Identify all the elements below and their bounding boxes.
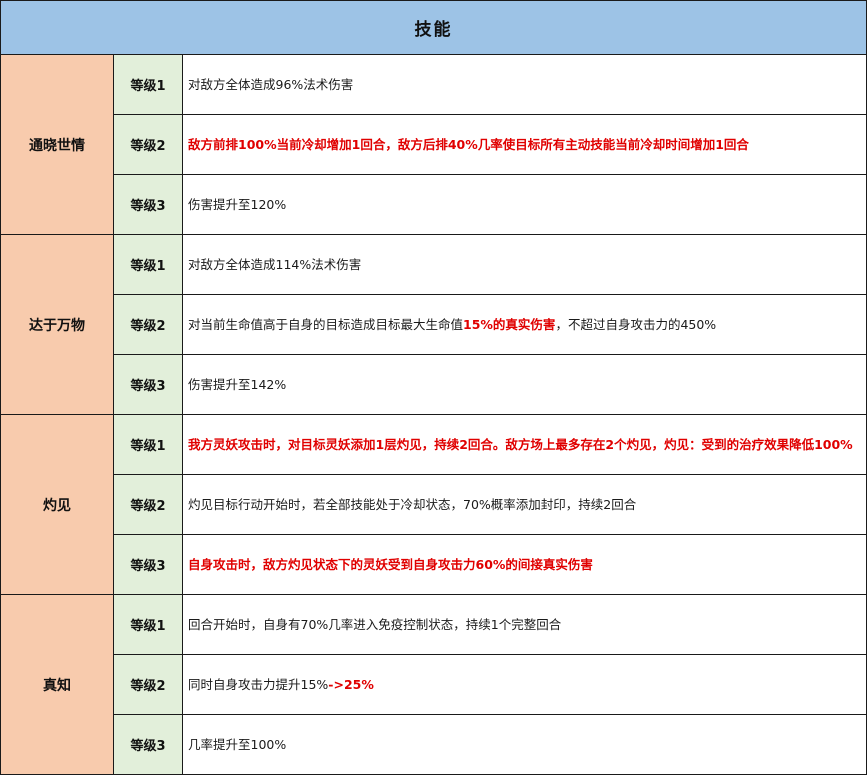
level-label: 等级3 bbox=[113, 174, 183, 235]
table-row: 灼见 等级1 我方灵妖攻击时，对目标灵妖添加1层灼见，持续2回合。敌方场上最多存在2… bbox=[0, 414, 867, 595]
skill-name: 达于万物 bbox=[0, 234, 114, 415]
table-row: 通晓世情 等级1 对敌方全体造成96%法术伤害 bbox=[0, 54, 867, 235]
level-description: 伤害提升至120% bbox=[182, 174, 867, 235]
table-row: 真知 等级1 回合开始时，自身有70%几率进入免疫控制状态，持续1个完整回合 bbox=[0, 594, 867, 775]
highlight-text: 15%的真实伤害 bbox=[463, 317, 556, 332]
table-row: 达于万物 等级1 对敌方全体造成114%法术伤害 bbox=[0, 234, 867, 415]
level-label: 等级1 bbox=[113, 54, 183, 115]
skill-name: 通晓世情 bbox=[0, 54, 114, 235]
description-text: 灼见目标行动开始时，若全部技能处于冷却状态，70%概率添加封印，持续2回合 bbox=[188, 497, 637, 512]
level-description: 回合开始时，自身有70%几率进入免疫控制状态，持续1个完整回合 bbox=[182, 594, 867, 655]
level-label: 等级2 bbox=[113, 474, 183, 535]
level-label: 等级2 bbox=[113, 294, 183, 355]
level-label: 等级3 bbox=[113, 354, 183, 415]
level-description: 灼见目标行动开始时，若全部技能处于冷却状态，70%概率添加封印，持续2回合 bbox=[182, 474, 867, 535]
level-label: 等级3 bbox=[113, 714, 183, 775]
level-label: 等级2 bbox=[113, 114, 183, 175]
level-description: 自身攻击时，敌方灼见状态下的灵妖受到自身攻击力60%的间接真实伤害 bbox=[182, 534, 867, 595]
highlight-text: 自身攻击时，敌方灼见状态下的灵妖受到自身攻击力60%的间接真实伤害 bbox=[188, 557, 593, 572]
description-text: 对敌方全体造成114%法术伤害 bbox=[188, 257, 362, 272]
level-description: 对敌方全体造成96%法术伤害 bbox=[182, 54, 867, 115]
description-text: 对敌方全体造成96%法术伤害 bbox=[188, 77, 354, 92]
level-label: 等级1 bbox=[113, 414, 183, 475]
level-description: 对敌方全体造成114%法术伤害 bbox=[182, 234, 867, 295]
level-description: 同时自身攻击力提升15%->25% bbox=[182, 654, 867, 715]
highlight-text: ->25% bbox=[328, 677, 374, 692]
description-text: 回合开始时，自身有70%几率进入免疫控制状态，持续1个完整回合 bbox=[188, 617, 562, 632]
level-description: 几率提升至100% bbox=[182, 714, 867, 775]
table-row: 等级2 对当前生命值高于自身的目标造成目标最大生命值15%的真实伤害，不超过自身攻… bbox=[1, 294, 867, 355]
table-row: 等级2 敌方前排100%当前冷却增加1回合，敌方后排40%几率使目标所有主动技能当… bbox=[1, 114, 867, 175]
skill-table: 技能 通晓世情 等级1 对敌方全体造成96%法术伤害 等级2 敌方前排100%当前冷却增… bbox=[0, 0, 867, 775]
description-text: 伤害提升至142% bbox=[188, 377, 287, 392]
table-row: 等级3 几率提升至100% bbox=[1, 714, 867, 775]
description-text: 几率提升至100% bbox=[188, 737, 287, 752]
table-row: 等级3 伤害提升至142% bbox=[1, 354, 867, 415]
table-row: 等级3 伤害提升至120% bbox=[1, 174, 867, 235]
table-row: 等级2 同时自身攻击力提升15%->25% bbox=[1, 654, 867, 715]
level-label: 等级3 bbox=[113, 534, 183, 595]
table-row: 等级2 灼见目标行动开始时，若全部技能处于冷却状态，70%概率添加封印，持续2回合 bbox=[1, 474, 867, 535]
description-text: 对当前生命值高于自身的目标造成目标最大生命值 bbox=[188, 317, 464, 332]
skill-name: 真知 bbox=[0, 594, 114, 775]
level-label: 等级1 bbox=[113, 234, 183, 295]
highlight-text: 我方灵妖攻击时，对目标灵妖添加1层灼见，持续2回合。敌方场上最多存在2个灼见，灼… bbox=[188, 437, 853, 452]
description-text: 伤害提升至120% bbox=[188, 197, 287, 212]
level-description: 伤害提升至142% bbox=[182, 354, 867, 415]
level-label: 等级2 bbox=[113, 654, 183, 715]
level-description: 我方灵妖攻击时，对目标灵妖添加1层灼见，持续2回合。敌方场上最多存在2个灼见，灼… bbox=[182, 414, 867, 475]
description-text: 同时自身攻击力提升15% bbox=[188, 677, 329, 692]
table-row: 等级3 自身攻击时，敌方灼见状态下的灵妖受到自身攻击力60%的间接真实伤害 bbox=[1, 534, 867, 595]
description-text: ，不超过自身攻击力的450% bbox=[555, 317, 717, 332]
table-title: 技能 bbox=[0, 0, 867, 55]
level-description: 敌方前排100%当前冷却增加1回合，敌方后排40%几率使目标所有主动技能当前冷却… bbox=[182, 114, 867, 175]
level-description: 对当前生命值高于自身的目标造成目标最大生命值15%的真实伤害，不超过自身攻击力的… bbox=[182, 294, 867, 355]
skill-name: 灼见 bbox=[0, 414, 114, 595]
level-label: 等级1 bbox=[113, 594, 183, 655]
highlight-text: 敌方前排100%当前冷却增加1回合，敌方后排40%几率使目标所有主动技能当前冷却… bbox=[188, 137, 749, 152]
